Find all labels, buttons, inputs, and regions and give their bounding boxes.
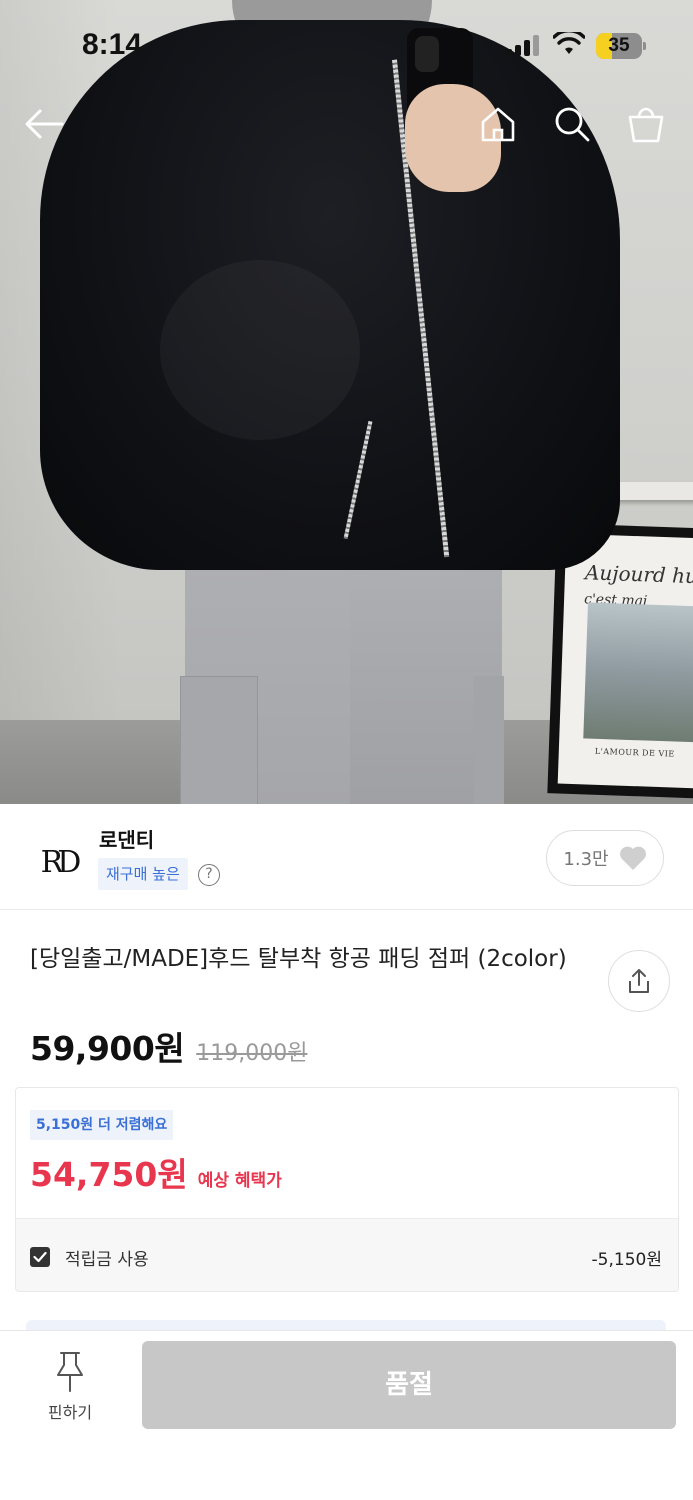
back-button[interactable]: [20, 100, 68, 148]
photo-jacket: [40, 20, 620, 570]
photo-jacket-fold: [160, 260, 360, 440]
search-icon: [555, 107, 590, 142]
share-button[interactable]: [608, 950, 670, 1012]
benefit-card-top: 5,150원 더 저렴해요 54,750원 예상 혜택가: [16, 1088, 678, 1218]
savings-badge: 5,150원 더 저렴해요: [30, 1110, 174, 1140]
shopping-bag-icon: [628, 107, 664, 143]
benefit-card: 5,150원 더 저렴해요 54,750원 예상 혜택가 적립금 사용 -5,1…: [15, 1087, 679, 1292]
expected-price-label: 예상 혜택가: [197, 1171, 282, 1191]
points-value: -5,150원: [591, 1250, 662, 1270]
arrow-left-icon: [25, 109, 64, 139]
status-time: 8:14: [82, 28, 143, 61]
photo-frame-inner: Aujourd hu c'est mai L'AMOUR DE VIE: [557, 533, 693, 789]
wifi-icon: [553, 32, 585, 54]
photo-pocket-right: [474, 676, 504, 804]
like-button[interactable]: 1.3만: [546, 830, 664, 886]
expected-price: 54,750원: [30, 1155, 188, 1194]
share-icon: [629, 969, 649, 993]
points-label: 적립금 사용: [65, 1250, 149, 1270]
sold-out-button[interactable]: 품절: [142, 1341, 676, 1429]
seller-logo[interactable]: RD: [30, 834, 86, 890]
product-title: [당일출고/MADE]후드 탈부착 항공 패딩 점퍼 (2color): [30, 946, 567, 972]
price-row: 59,900원 119,000원: [30, 1022, 307, 1070]
seller-section: RD 로댄티 재구매 높은 ? 1.3만: [0, 804, 693, 910]
points-checkbox[interactable]: [30, 1247, 50, 1267]
heart-icon: [619, 846, 646, 870]
repurchase-badge: 재구매 높은: [98, 858, 188, 890]
cellular-signal-icon: [506, 34, 542, 56]
seller-logo-text: RD: [40, 844, 82, 880]
checkmark-icon: [33, 1251, 47, 1263]
frame-script-line1: Aujourd hu: [584, 560, 693, 589]
battery-tip: [643, 42, 646, 50]
seller-name[interactable]: 로댄티: [99, 824, 154, 853]
sale-price: 59,900원: [30, 1029, 185, 1068]
original-price: 119,000원: [196, 1041, 308, 1066]
expected-price-row: 54,750원 예상 혜택가: [30, 1148, 282, 1196]
pin-label: 핀하기: [47, 1403, 93, 1422]
search-button[interactable]: [548, 100, 596, 148]
battery-percent: 35: [608, 35, 630, 56]
home-icon: [481, 107, 515, 142]
pin-icon: [57, 1352, 83, 1392]
battery-icon: 35: [596, 33, 642, 59]
photo-frame-picture: [583, 602, 693, 743]
help-icon[interactable]: ?: [198, 864, 220, 886]
bottom-action-bar: 핀하기 품절: [0, 1330, 693, 1500]
photo-shelf: [612, 482, 693, 500]
status-bar: 8:14 35: [0, 0, 693, 90]
pin-button[interactable]: 핀하기: [30, 1347, 110, 1427]
photo-pocket-left: [180, 676, 258, 804]
points-row[interactable]: 적립금 사용 -5,150원: [16, 1218, 678, 1291]
home-button[interactable]: [474, 100, 522, 148]
photo-frame-caption: L'AMOUR DE VIE: [594, 746, 675, 759]
like-count: 1.3만: [563, 849, 609, 870]
cart-button[interactable]: [622, 100, 670, 148]
